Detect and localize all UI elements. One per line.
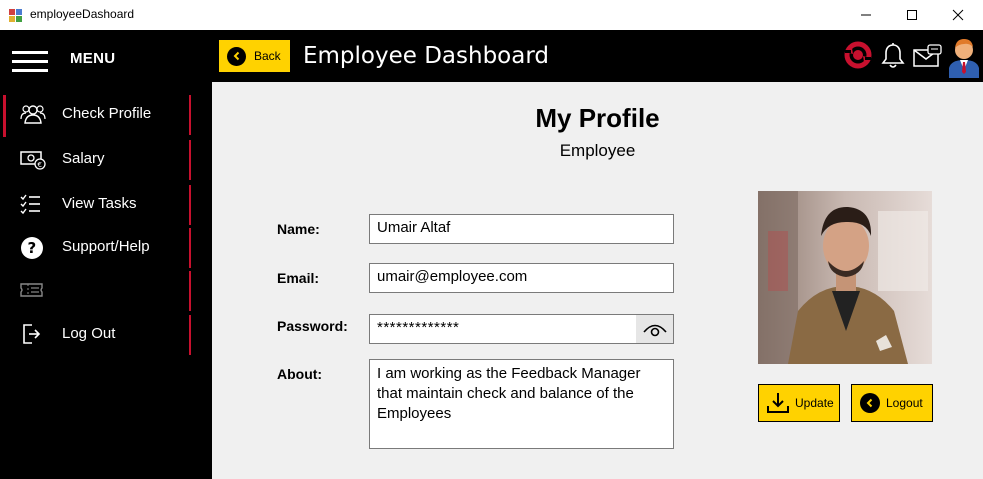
password-field[interactable]: *************: [369, 314, 674, 344]
refresh-icon[interactable]: [843, 40, 873, 74]
update-label: Update: [795, 396, 834, 410]
chevron-left-icon: [860, 393, 880, 413]
sidebar-item-label: Log Out: [62, 325, 116, 342]
logout-icon: [20, 323, 44, 345]
money-icon: €: [20, 148, 46, 170]
app-icon: [9, 8, 23, 22]
update-button[interactable]: Update: [758, 384, 840, 422]
show-password-button[interactable]: [636, 315, 673, 343]
page-subtitle: Employee: [559, 141, 636, 160]
logout-label: Logout: [886, 396, 923, 410]
ticket-icon: [20, 279, 44, 301]
sidebar-item-label: Salary: [62, 150, 105, 167]
bell-icon[interactable]: [881, 42, 905, 74]
window-titlebar: employeeDashoard: [0, 0, 983, 30]
logout-button[interactable]: Logout: [851, 384, 933, 422]
page-title: My Profile: [535, 103, 660, 133]
close-icon: [952, 9, 964, 21]
app-header: MENU Back Employee Dashboard: [0, 30, 983, 82]
svg-text:€: €: [38, 161, 42, 169]
tasks-icon: [20, 193, 44, 215]
email-field[interactable]: umair@employee.com: [369, 263, 674, 293]
minimize-icon: [861, 14, 871, 16]
back-button[interactable]: Back: [219, 40, 290, 72]
close-button[interactable]: [935, 0, 981, 30]
back-label: Back: [254, 49, 281, 63]
sidebar-item-ticket[interactable]: [0, 269, 191, 311]
email-label: Email:: [277, 270, 320, 286]
users-icon: [20, 103, 46, 125]
sidebar: Check Profile € Salary View Tasks ? Supp…: [0, 82, 212, 479]
sidebar-item-label: Check Profile: [62, 105, 152, 122]
maximize-icon: [907, 10, 917, 20]
about-field[interactable]: I am working as the Feedback Manager tha…: [369, 359, 674, 449]
user-avatar-icon[interactable]: [947, 34, 981, 82]
download-icon: [767, 393, 789, 413]
mail-icon[interactable]: [913, 44, 943, 72]
chevron-left-icon: [227, 46, 246, 66]
password-label: Password:: [277, 318, 348, 334]
eye-icon: [642, 324, 667, 337]
help-icon: ?: [20, 236, 44, 259]
window-title: employeeDashoard: [30, 7, 135, 21]
profile-photo: [758, 191, 932, 364]
sidebar-item-label: View Tasks: [62, 195, 137, 212]
sidebar-item-label: Support/Help: [62, 238, 150, 255]
sidebar-item-log-out[interactable]: Log Out: [0, 313, 191, 355]
sidebar-item-support-help[interactable]: ? Support/Help: [0, 226, 191, 268]
maximize-button[interactable]: [889, 0, 935, 30]
password-value: *************: [377, 319, 460, 336]
menu-label: MENU: [70, 50, 116, 67]
main-content: My Profile Employee Name: Umair Altaf Em…: [212, 82, 983, 479]
sidebar-item-salary[interactable]: € Salary: [0, 138, 191, 180]
minimize-button[interactable]: [843, 0, 889, 30]
page-header-title: Employee Dashboard: [303, 43, 550, 69]
about-label: About:: [277, 366, 323, 382]
hamburger-menu-icon[interactable]: [12, 51, 48, 73]
svg-text:?: ?: [28, 239, 37, 257]
name-label: Name:: [277, 221, 320, 237]
name-field[interactable]: Umair Altaf: [369, 214, 674, 244]
sidebar-item-view-tasks[interactable]: View Tasks: [0, 183, 191, 225]
sidebar-item-check-profile[interactable]: Check Profile: [0, 93, 191, 137]
